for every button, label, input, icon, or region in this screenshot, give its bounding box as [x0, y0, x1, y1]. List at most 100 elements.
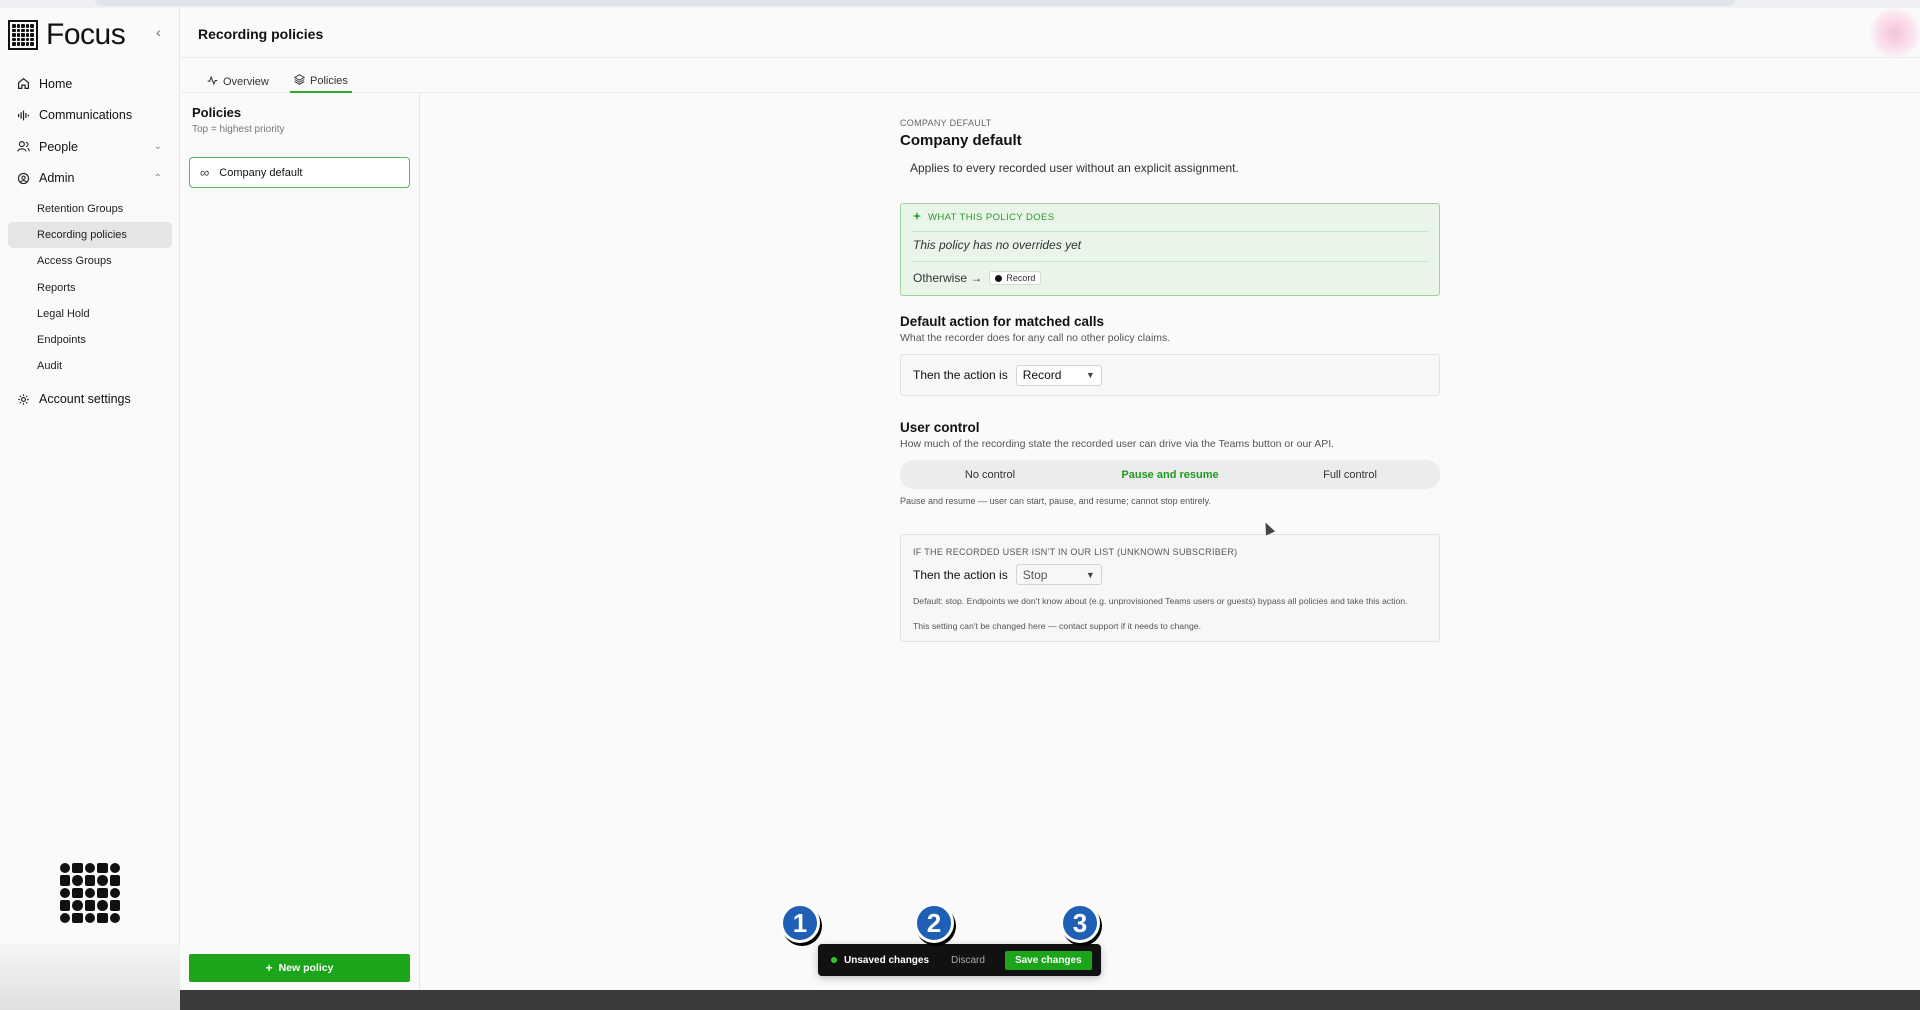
policies-panel: Policies Top = highest priority ∞ Compan…	[181, 94, 420, 990]
tab-label: Overview	[223, 76, 269, 88]
policy-detail: COMPANY DEFAULT Company default Applies …	[900, 118, 1440, 642]
chevron-down-icon: ▼	[1085, 569, 1095, 580]
sidebar-item-communications[interactable]: Communications	[8, 100, 172, 132]
default-action-subtitle: What the recorder does for any call no o…	[900, 332, 1171, 344]
sidebar-item-label: Communications	[39, 108, 133, 123]
page-header: Recording policies	[181, 8, 1920, 58]
summary-otherwise: Otherwise → Record	[913, 271, 1042, 285]
default-action-select[interactable]: Record ▼	[1015, 364, 1102, 386]
policy-item-company-default[interactable]: ∞ Company default	[189, 157, 410, 188]
unknown-action-prefix: Then the action is	[913, 567, 1008, 582]
segment-no-control[interactable]: No control	[900, 469, 1080, 481]
action-pill: Record	[989, 271, 1042, 285]
unknown-heading: IF THE RECORDED USER ISN'T IN OUR LIST (…	[913, 547, 1238, 557]
divider	[911, 231, 1429, 232]
shield-icon	[16, 171, 30, 185]
policy-description: Applies to every recorded user without a…	[910, 161, 1239, 175]
user-control-subtitle: How much of the recording state the reco…	[900, 438, 1335, 450]
unknown-note: Default: stop. Endpoints we don't know a…	[913, 596, 1408, 606]
policy-title: Company default	[900, 132, 1022, 149]
unsaved-status: Unsaved changes	[844, 954, 930, 966]
sidebar-item-retention-groups[interactable]: Retention Groups	[8, 196, 172, 222]
sidebar-item-recording-policies[interactable]: Recording policies	[8, 222, 172, 249]
tab-bar: Overview Policies	[181, 67, 1920, 93]
chevron-down-icon: ⌄	[153, 141, 162, 153]
policy-kicker: COMPANY DEFAULT	[900, 118, 992, 128]
infinity-icon: ∞	[200, 165, 210, 180]
sidebar-item-endpoints[interactable]: Endpoints	[8, 327, 172, 353]
select-value: Record	[1022, 368, 1062, 382]
sidebar-item-people[interactable]: People ⌄	[8, 131, 172, 163]
unknown-note-locked: This setting can't be changed here — con…	[913, 621, 1202, 631]
sidebar-item-label: People	[39, 139, 78, 154]
unsaved-changes-bar: Unsaved changes Discard Save changes	[818, 944, 1101, 976]
policy-item-label: Company default	[219, 166, 303, 179]
action-pill-label: Record	[1006, 273, 1036, 283]
unknown-action-select: Stop ▼	[1015, 564, 1102, 585]
otherwise-label: Otherwise →	[913, 271, 983, 285]
discard-button[interactable]: Discard	[951, 955, 985, 966]
page-title: Recording policies	[198, 26, 324, 42]
sidebar-footer	[0, 944, 180, 1010]
divider	[911, 261, 1429, 262]
sidebar-item-label: Admin	[39, 171, 75, 186]
record-dot-icon	[995, 274, 1003, 282]
user-control-title: User control	[900, 420, 980, 435]
tab-policies[interactable]: Policies	[290, 71, 352, 93]
sidebar-item-label: Home	[39, 76, 73, 91]
admin-submenu: Retention Groups Recording policies Acce…	[8, 196, 172, 379]
new-policy-label: New policy	[278, 962, 334, 974]
status-dot-icon	[831, 957, 837, 963]
sidebar-item-admin[interactable]: Admin ⌃	[8, 163, 172, 195]
new-policy-button[interactable]: + New policy	[189, 954, 410, 982]
unknown-action-row: Then the action is Stop ▼	[913, 564, 1102, 585]
save-changes-button[interactable]: Save changes	[1004, 950, 1092, 970]
chevron-left-icon[interactable]: ‹	[156, 24, 161, 40]
tab-overview[interactable]: Overview	[207, 71, 269, 93]
segment-pause-and-resume[interactable]: Pause and resume	[1080, 469, 1260, 481]
policies-subtitle: Top = highest priority	[192, 124, 285, 135]
plus-icon: +	[265, 961, 273, 975]
sidebar-item-audit[interactable]: Audit	[8, 353, 172, 379]
sidebar: Focus ‹ Home Communications People ⌄ Adm…	[0, 8, 180, 990]
layers-icon	[293, 74, 306, 88]
brand-mark-icon	[60, 863, 120, 923]
sidebar-item-home[interactable]: Home	[8, 68, 172, 100]
policy-summary-card: WHAT THIS POLICY DOES This policy has no…	[900, 203, 1440, 296]
default-action-title: Default action for matched calls	[900, 314, 1105, 329]
policies-title: Policies	[192, 105, 242, 120]
people-icon	[16, 140, 30, 154]
chevron-down-icon: ▼	[1085, 370, 1095, 380]
logo-grid-icon	[8, 20, 38, 50]
avatar[interactable]	[1870, 8, 1920, 58]
sidebar-item-account-settings[interactable]: Account settings	[8, 383, 172, 415]
url-bar[interactable]	[95, 0, 1735, 6]
segment-full-control[interactable]: Full control	[1260, 469, 1440, 481]
step-marker-1: 1	[780, 903, 820, 943]
browser-strip	[0, 0, 1920, 8]
gear-icon	[16, 392, 30, 406]
app-name: Focus	[46, 18, 126, 51]
sidebar-item-reports[interactable]: Reports	[8, 275, 172, 301]
sidebar-item-legal-hold[interactable]: Legal Hold	[8, 301, 172, 327]
home-icon	[16, 77, 30, 91]
summary-heading: WHAT THIS POLICY DOES	[912, 211, 1054, 224]
waveform-icon	[16, 108, 30, 122]
sidebar-item-label: Account settings	[39, 392, 131, 407]
step-marker-3: 3	[1060, 903, 1100, 943]
sidebar-item-access-groups[interactable]: Access Groups	[8, 248, 172, 274]
tab-label: Policies	[310, 75, 348, 87]
unknown-subscriber-card: IF THE RECORDED USER ISN'T IN OUR LIST (…	[900, 534, 1440, 642]
default-action-prefix: Then the action is	[913, 368, 1008, 382]
select-value: Stop	[1022, 567, 1048, 582]
app-logo[interactable]: Focus	[8, 18, 126, 52]
sidebar-nav: Home Communications People ⌄ Admin ⌃ Ret…	[8, 68, 172, 415]
summary-heading-text: WHAT THIS POLICY DOES	[928, 212, 1055, 223]
step-marker-2: 2	[914, 903, 954, 943]
summary-empty-text: This policy has no overrides yet	[913, 238, 1082, 252]
bottom-bar	[180, 990, 1920, 1010]
default-action-row: Then the action is Record ▼	[900, 354, 1440, 396]
chevron-up-icon: ⌃	[153, 172, 162, 184]
activity-icon	[207, 75, 218, 89]
sparkle-icon	[912, 211, 922, 224]
